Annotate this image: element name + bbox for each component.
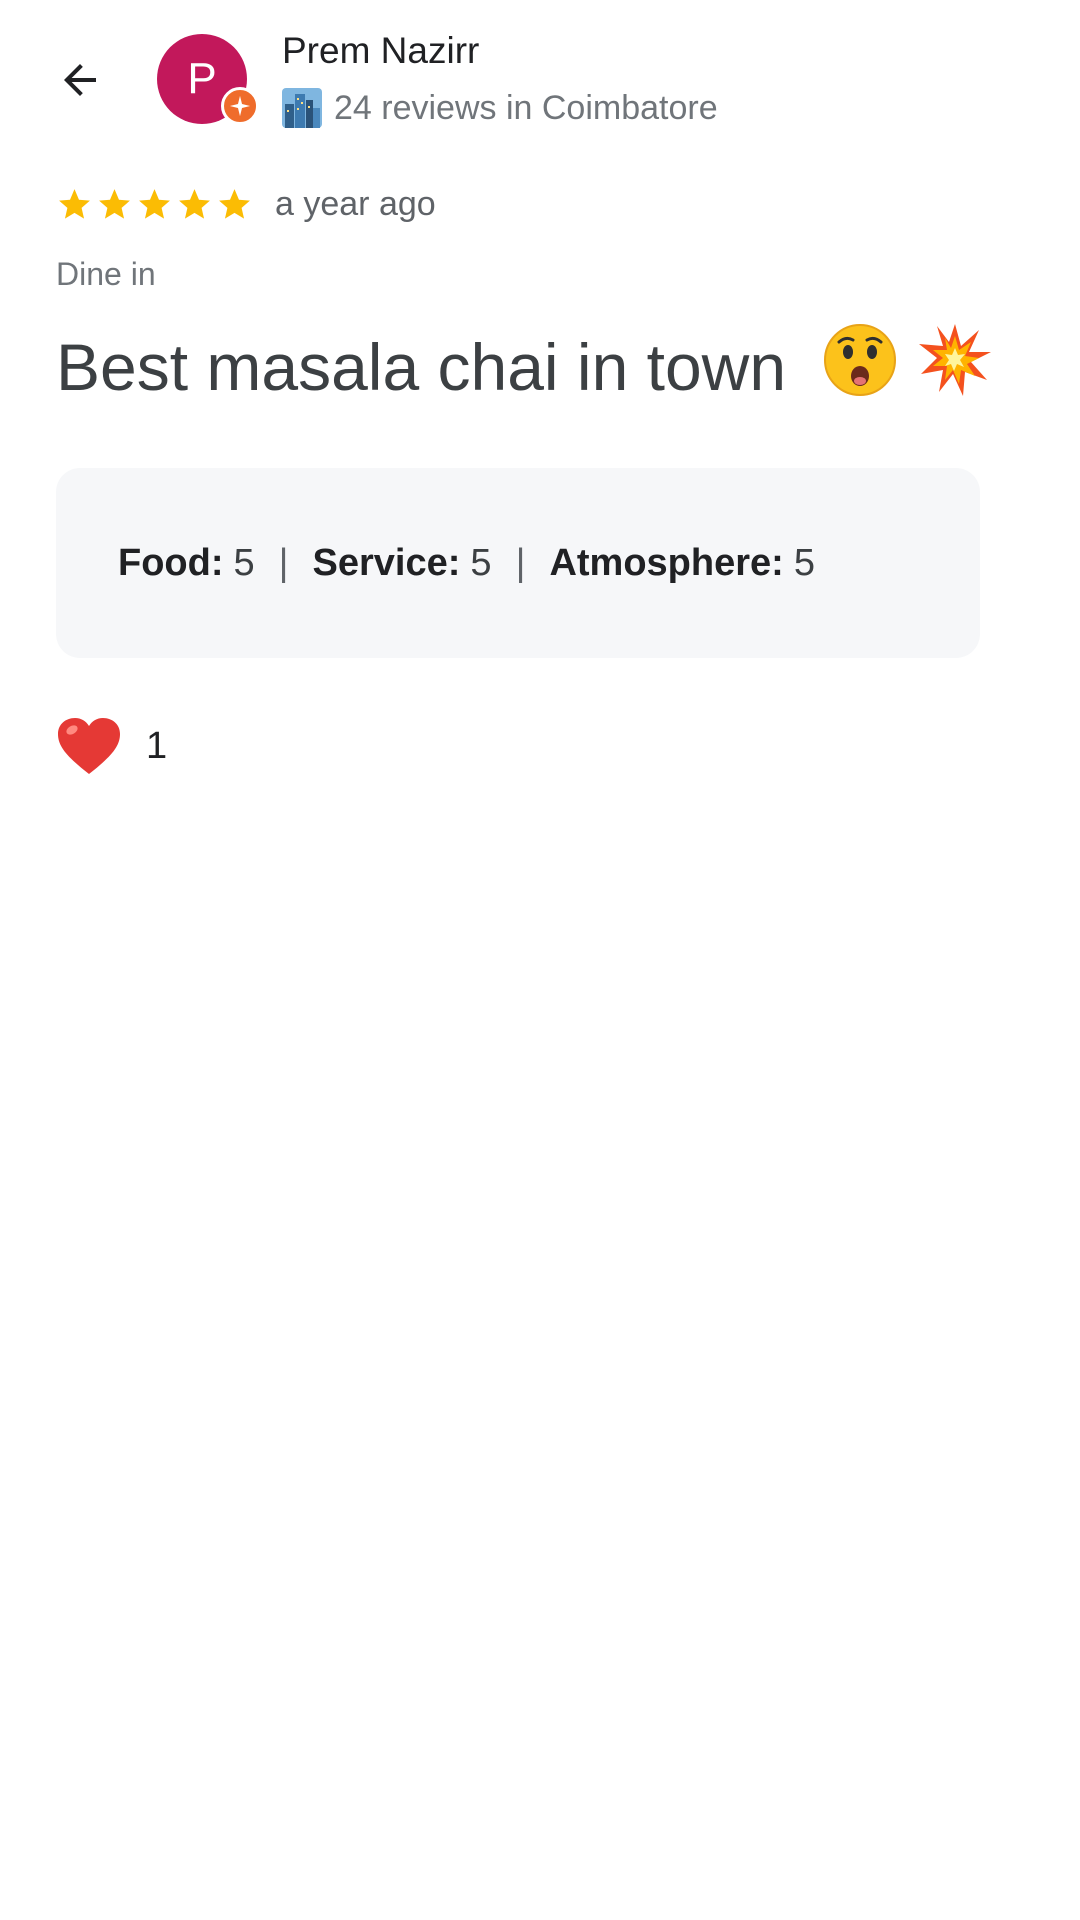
- star-icon: [219, 189, 250, 219]
- star-icon: [99, 189, 130, 219]
- reaction-count: 1: [146, 724, 168, 767]
- local-guide-badge: [221, 87, 259, 125]
- review-time: a year ago: [275, 185, 436, 223]
- review-text: Best masala chai in town: [56, 322, 993, 404]
- rating-row: a year ago: [56, 185, 436, 224]
- star-icon: [139, 189, 170, 219]
- sub-ratings-card: Food: 5 | Service: 5 | Atmosphere: 5: [56, 468, 980, 658]
- reviewer-review-count: 24 reviews in Coimbatore: [334, 88, 718, 127]
- arrow-left-icon: [64, 64, 96, 96]
- back-button[interactable]: [40, 40, 120, 120]
- astonished-face-icon: [824, 324, 897, 396]
- star-icon: [179, 189, 210, 219]
- review-detail-screen: P Prem Nazirr 24 reviews in Coimbatore a…: [0, 0, 1080, 1920]
- reviewer-name[interactable]: Prem Nazirr: [282, 30, 479, 72]
- atmosphere-rating-value: 5: [793, 541, 815, 584]
- cityscape-icon: [282, 88, 322, 128]
- avatar-letter: P: [187, 54, 217, 103]
- rating-divider: |: [515, 541, 526, 584]
- heart-icon: [58, 718, 120, 774]
- atmosphere-rating-label: Atmosphere:: [549, 541, 784, 584]
- reaction-button[interactable]: 1: [56, 716, 167, 776]
- star-rating: [56, 186, 253, 223]
- star-icon: [59, 189, 90, 219]
- service-rating-label: Service:: [312, 541, 461, 584]
- service-rating-value: 5: [470, 541, 492, 584]
- food-rating-label: Food:: [118, 541, 224, 584]
- rating-divider: |: [278, 541, 289, 584]
- collision-icon: [918, 324, 991, 396]
- dine-mode-label: Dine in: [56, 256, 156, 292]
- local-guide-star-icon: [229, 95, 251, 117]
- food-rating-value: 5: [233, 541, 255, 584]
- review-body: Best masala chai in town: [56, 330, 787, 404]
- reviewer-meta: 24 reviews in Coimbatore: [282, 88, 718, 128]
